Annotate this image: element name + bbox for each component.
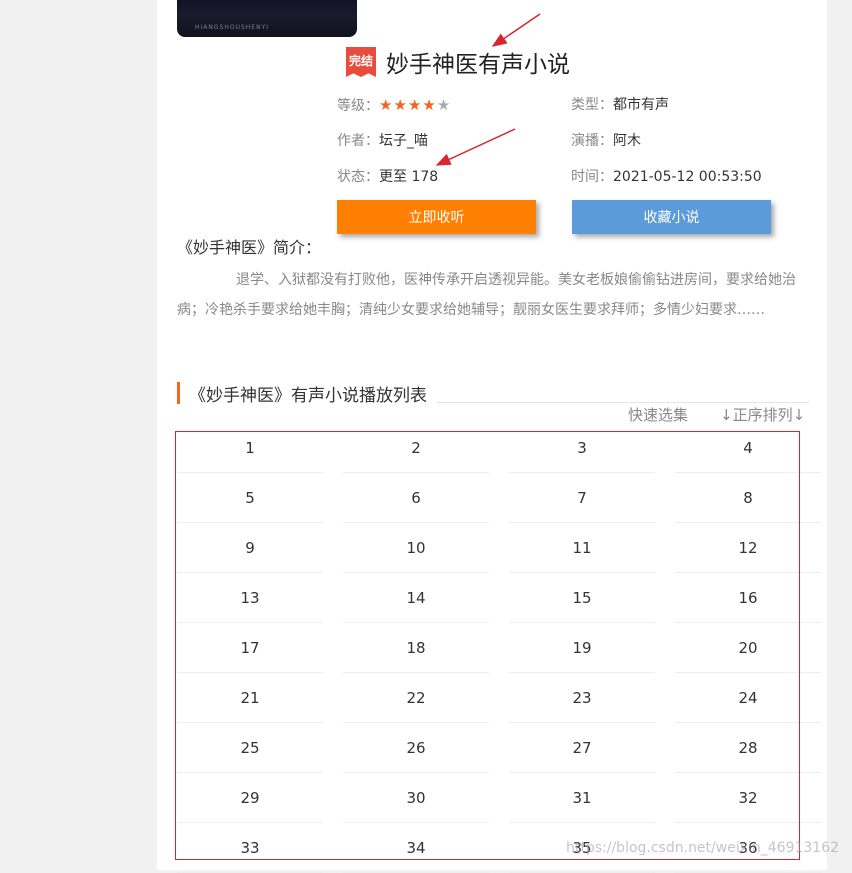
episode-item[interactable]: 16 [675,573,821,623]
star-filled-icon: ★ [407,96,423,114]
episode-item[interactable]: 29 [177,773,323,823]
episode-item[interactable]: 4 [675,423,821,473]
episode-item[interactable]: 30 [343,773,489,823]
episode-item[interactable]: 23 [509,673,655,723]
episode-item[interactable]: 1 [177,423,323,473]
novel-title: 妙手神医有声小说 [386,52,570,78]
episode-item[interactable]: 19 [509,623,655,673]
episode-item[interactable]: 9 [177,523,323,573]
time-value: 2021-05-12 00:53:50 [613,169,762,185]
finished-badge: 完结 [346,47,376,77]
star-filled-icon: ★ [379,96,394,114]
rating-label: 等级： [337,98,379,114]
episode-item[interactable]: 31 [509,773,655,823]
episode-item[interactable]: 11 [509,523,655,573]
status-value: 更至 178 [379,169,439,185]
playlist-title-text: 《妙手神医》有声小说播放列表 [189,385,427,406]
quick-select-link[interactable]: 快速选集 [628,404,688,425]
episode-item[interactable]: 5 [177,473,323,523]
star-filled-icon: ★ [422,96,437,114]
episode-item[interactable]: 25 [177,723,323,773]
meta-type: 类型：都市有声 [571,95,669,115]
episode-item[interactable]: 12 [675,523,821,573]
star-filled-icon: ★ [393,96,408,114]
episode-item[interactable]: 32 [675,773,821,823]
type-label: 类型： [571,97,613,113]
episode-item[interactable]: 2 [343,423,489,473]
star-empty-icon: ★ [436,96,452,114]
watermark: https://blog.csdn.net/weixin_46913162 [566,840,840,856]
episode-item[interactable]: 26 [343,723,489,773]
episode-item[interactable]: 22 [343,673,489,723]
episode-item[interactable]: 15 [509,573,655,623]
status-label: 状态： [337,169,379,185]
episode-item[interactable]: 7 [509,473,655,523]
episode-item[interactable]: 10 [343,523,489,573]
playlist-title: 《妙手神医》有声小说播放列表 [177,382,427,406]
time-label: 时间： [571,169,613,185]
listen-now-button[interactable]: 立即收听 [337,200,536,234]
episode-item[interactable]: 24 [675,673,821,723]
rating-stars: ★★★★★ [379,96,451,114]
intro-text: 退学、入狱都没有打败他，医神传承开启透视异能。美女老板娘偷偷钻进房间，要求给她治… [177,272,796,318]
playlist-divider [437,402,809,403]
intro-title: 《妙手神医》简介： [177,238,322,257]
title-row: 完结 妙手神医有声小说 [346,44,570,80]
author-value: 坛子_喵 [379,133,428,149]
episode-item[interactable]: 21 [177,673,323,723]
meta-narrator: 演播：阿木 [571,131,641,151]
episode-item[interactable]: 13 [177,573,323,623]
author-label: 作者： [337,133,379,149]
episode-item[interactable]: 34 [343,823,489,873]
cover-image[interactable]: HIANGSHOUSHENYI [177,0,357,37]
episode-item[interactable]: 6 [343,473,489,523]
meta-author: 作者：坛子_喵 [337,131,428,151]
type-value: 都市有声 [613,97,669,113]
cover-caption: HIANGSHOUSHENYI [195,24,269,31]
episode-item[interactable]: 27 [509,723,655,773]
narrator-label: 演播： [571,133,613,149]
meta-time: 时间：2021-05-12 00:53:50 [571,167,762,187]
favorite-novel-button[interactable]: 收藏小说 [572,200,771,234]
narrator-value: 阿木 [613,133,641,149]
episode-item[interactable]: 3 [509,423,655,473]
episode-item[interactable]: 18 [343,623,489,673]
meta-rating: 等级：★★★★★ [337,95,451,116]
meta-status: 状态：更至 178 [337,167,438,187]
episode-item[interactable]: 8 [675,473,821,523]
sort-order-toggle[interactable]: ↓正序排列↓ [720,404,805,425]
episode-item[interactable]: 33 [177,823,323,873]
episode-item[interactable]: 20 [675,623,821,673]
episode-item[interactable]: 17 [177,623,323,673]
episode-item[interactable]: 14 [343,573,489,623]
episode-item[interactable]: 28 [675,723,821,773]
